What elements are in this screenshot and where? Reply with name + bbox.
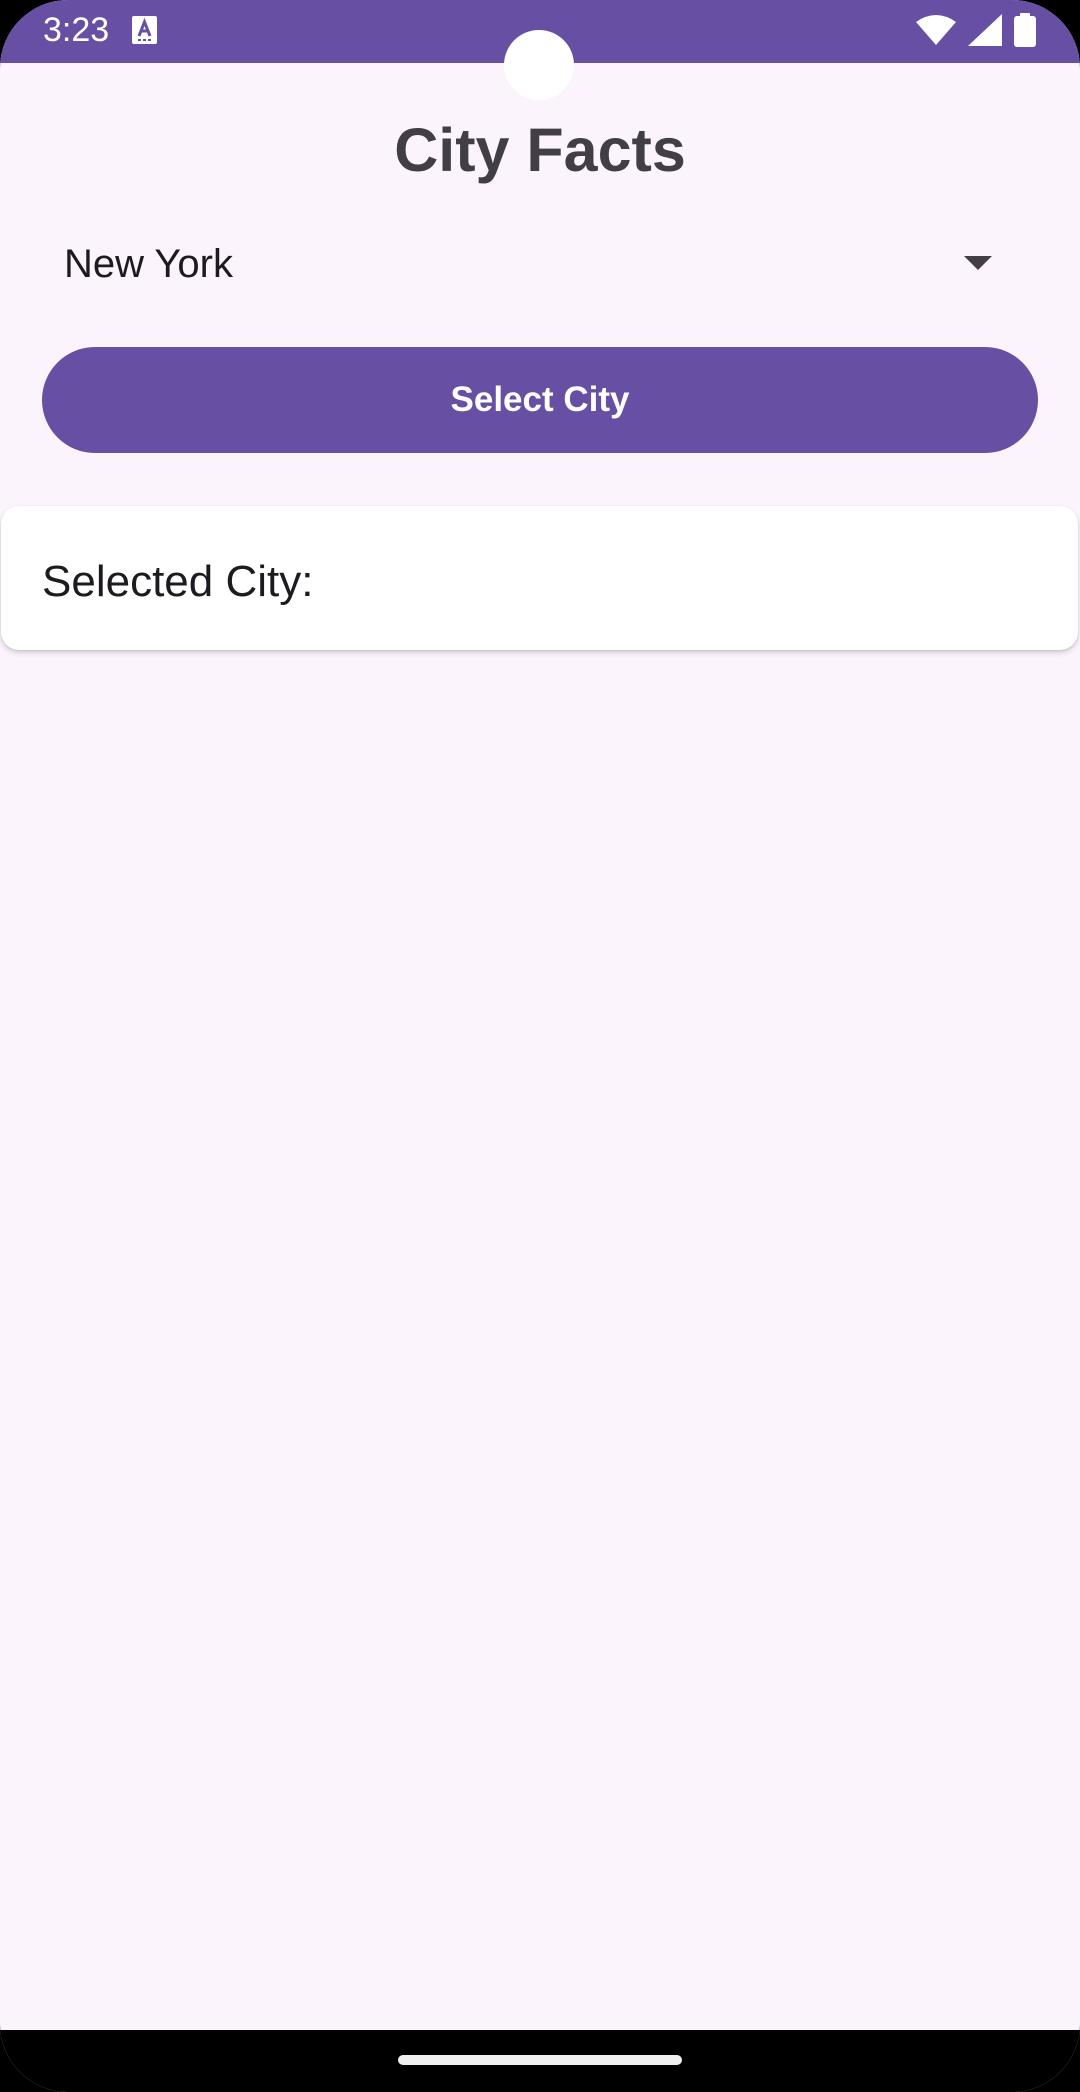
- phone-screen: 3:23 City Facts New York Select City Sel…: [0, 0, 1080, 2092]
- wifi-icon: [916, 15, 956, 45]
- text-a-icon: [132, 16, 157, 44]
- camera-cutout: [504, 30, 574, 100]
- page-title: City Facts: [394, 116, 686, 184]
- city-dropdown-value: New York: [64, 242, 233, 286]
- city-dropdown[interactable]: New York: [42, 228, 1038, 300]
- cellular-signal-icon: [968, 14, 1002, 46]
- dropdown-arrow-icon: [964, 256, 992, 270]
- status-icons: [916, 12, 1036, 48]
- status-time: 3:23: [43, 11, 110, 49]
- battery-icon: [1014, 13, 1036, 47]
- home-gesture-handle[interactable]: [398, 2055, 682, 2065]
- selected-city-label: Selected City:: [42, 557, 314, 606]
- selected-city-card: Selected City:: [1, 506, 1078, 650]
- select-city-button[interactable]: Select City: [42, 347, 1038, 453]
